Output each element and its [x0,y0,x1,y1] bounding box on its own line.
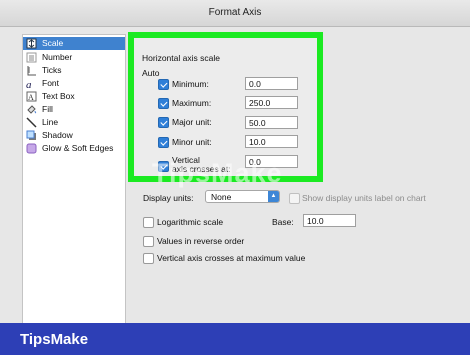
display-units-select[interactable]: None ▲ [205,190,280,203]
scale-icon [26,38,37,49]
sidebar-item-text-box[interactable]: A Text Box [23,90,125,103]
sidebar-item-glow[interactable]: Glow & Soft Edges [23,142,125,155]
shadow-icon [26,130,36,140]
sidebar-item-label: Line [42,117,59,127]
show-units-label-text: Show display units label on chart [302,193,426,203]
minimum-label: Minimum: [172,79,209,89]
svg-text:A: A [28,93,34,102]
glow-icon [26,143,37,154]
minimum-field[interactable]: 0.0 [245,77,298,90]
minor-unit-label: Minor unit: [172,137,212,147]
major-unit-auto-checkbox[interactable] [158,117,169,128]
sidebar-item-label: Glow & Soft Edges [42,143,114,153]
watermark: TipsMake [152,158,283,188]
maximum-label: Maximum: [172,98,212,108]
minor-unit-auto-checkbox[interactable] [158,137,169,148]
cross-at-max-label: Vertical axis crosses at maximum value [157,253,306,263]
sidebar-item-label: Number [42,52,73,62]
auto-label: Auto [142,68,160,78]
display-units-label: Display units: [143,193,194,203]
number-icon [26,52,37,63]
reverse-order-checkbox[interactable] [143,236,154,247]
major-unit-field[interactable]: 50.0 [245,116,298,129]
chevron-updown-icon: ▲ [268,191,279,202]
reverse-order-label: Values in reverse order [157,236,245,246]
minor-unit-field[interactable]: 10.0 [245,135,298,148]
minimum-auto-checkbox[interactable] [158,79,169,90]
sidebar-item-label: Text Box [42,91,75,101]
log-scale-checkbox[interactable] [143,217,154,228]
title-bar: Format Axis [0,0,470,27]
sidebar-item-fill[interactable]: Fill [23,103,125,116]
font-icon: a [26,79,32,89]
sidebar-item-line[interactable]: Line [23,116,125,129]
sidebar-item-label: Fill [42,104,53,114]
base-label: Base: [272,217,294,227]
category-sidebar: Scale Number Ticks a Font A Text Box Fil… [22,34,126,331]
sidebar-item-ticks[interactable]: Ticks [23,64,125,77]
line-icon [26,117,37,128]
ticks-icon [27,66,36,76]
sidebar-item-number[interactable]: Number [23,51,125,64]
sidebar-item-shadow[interactable]: Shadow [23,129,125,142]
footer-brand: TipsMake [20,331,89,348]
cross-at-max-checkbox[interactable] [143,253,154,264]
sidebar-item-label: Shadow [42,130,73,140]
sidebar-item-scale[interactable]: Scale [23,37,125,50]
sidebar-item-font[interactable]: a Font [23,77,125,90]
footer-banner: TipsMake [0,323,470,355]
text-box-icon: A [26,91,37,102]
maximum-field[interactable]: 250.0 [245,96,298,109]
svg-text:a: a [26,79,32,89]
scale-heading: Horizontal axis scale [142,53,220,63]
sidebar-item-label: Scale [42,38,64,48]
show-units-label-checkbox[interactable] [289,193,300,204]
log-scale-label: Logarithmic scale [157,217,224,227]
maximum-auto-checkbox[interactable] [158,98,169,109]
sidebar-item-label: Font [42,78,60,88]
base-field[interactable]: 10.0 [303,214,356,227]
window-title: Format Axis [208,7,262,18]
fill-icon [27,105,37,114]
display-units-value: None [211,192,232,202]
sidebar-item-label: Ticks [42,65,62,75]
major-unit-label: Major unit: [172,117,212,127]
